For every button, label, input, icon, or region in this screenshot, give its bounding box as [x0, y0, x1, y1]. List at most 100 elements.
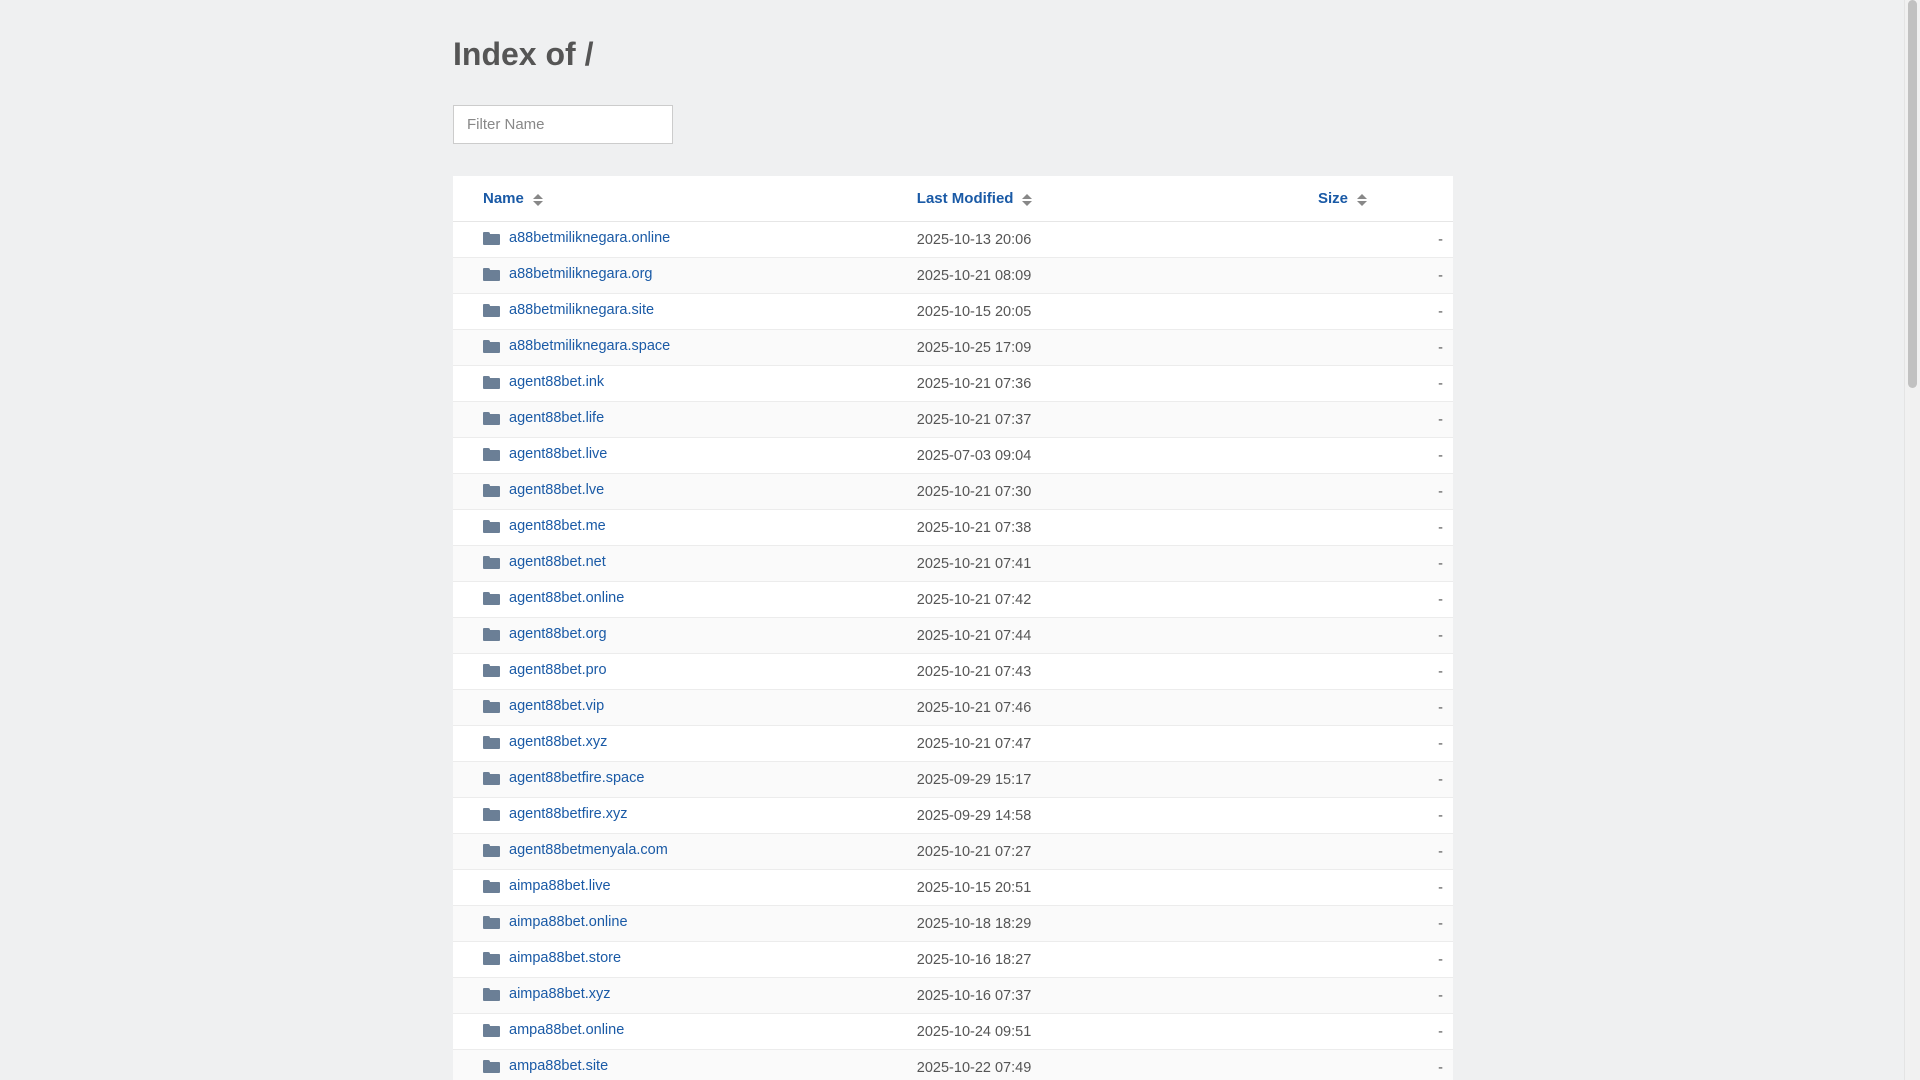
folder-name: a88betmiliknegara.online: [509, 230, 671, 247]
name-header-label: Name: [483, 190, 524, 207]
folder-link[interactable]: ampa88bet.site: [483, 1058, 608, 1074]
table-row: a88betmiliknegara.org 2025-10-21 08:09-: [453, 257, 1453, 294]
table-body: a88betmiliknegara.online 2025-10-13 20:06…: [453, 221, 1453, 1080]
name-cell: agent88betfire.space: [453, 761, 917, 798]
folder-link[interactable]: aimpa88bet.online: [483, 914, 628, 930]
folder-link[interactable]: agent88bet.me: [483, 518, 606, 534]
name-cell: agent88bet.xyz: [453, 725, 917, 762]
sort-icon: [1022, 193, 1033, 207]
table-row: ampa88bet.site 2025-10-22 07:49-: [453, 1049, 1453, 1080]
name-cell: ampa88bet.site: [453, 1049, 917, 1080]
size-cell: -: [1317, 257, 1453, 294]
folder-name: aimpa88bet.xyz: [509, 986, 611, 1003]
folder-icon: [483, 879, 500, 893]
folder-name: a88betmiliknegara.site: [509, 302, 655, 319]
name-cell: a88betmiliknegara.org: [453, 257, 917, 294]
folder-icon: [483, 447, 500, 461]
size-cell: -: [1317, 905, 1453, 942]
folder-icon: [483, 915, 500, 929]
filter-name-input[interactable]: [453, 105, 673, 144]
folder-name: aimpa88bet.store: [509, 950, 622, 967]
last-modified-cell: 2025-10-16 18:27: [916, 941, 1318, 978]
last-modified-cell: 2025-10-21 07:46: [916, 689, 1318, 726]
folder-icon: [483, 771, 500, 785]
name-cell: agent88bet.me: [453, 509, 917, 546]
folder-link[interactable]: aimpa88bet.xyz: [483, 986, 611, 1002]
table-row: agent88bet.pro 2025-10-21 07:43-: [453, 653, 1453, 690]
table-row: agent88bet.lve 2025-10-21 07:30-: [453, 473, 1453, 510]
folder-link[interactable]: agent88betmenyala.com: [483, 842, 668, 858]
scrollbar-thumb[interactable]: [1908, 0, 1917, 388]
name-cell: a88betmiliknegara.site: [453, 293, 917, 330]
folder-link[interactable]: a88betmiliknegara.online: [483, 230, 670, 246]
folder-name: a88betmiliknegara.org: [509, 266, 653, 283]
folder-link[interactable]: a88betmiliknegara.org: [483, 266, 652, 282]
table-row: agent88bet.me 2025-10-21 07:38-: [453, 509, 1453, 546]
folder-link[interactable]: agent88bet.pro: [483, 662, 607, 678]
folder-icon: [483, 267, 500, 281]
table-row: agent88bet.xyz 2025-10-21 07:47-: [453, 725, 1453, 762]
name-cell: agent88bet.org: [453, 617, 917, 654]
size-cell: -: [1317, 761, 1453, 798]
folder-name: agent88bet.pro: [509, 662, 607, 679]
folder-name: aimpa88bet.online: [509, 914, 628, 931]
size-cell: -: [1317, 653, 1453, 690]
last-modified-cell: 2025-10-21 07:27: [916, 833, 1318, 870]
last-modified-cell: 2025-10-22 07:49: [916, 1049, 1318, 1080]
size-cell: -: [1317, 797, 1453, 834]
folder-link[interactable]: agent88bet.vip: [483, 698, 604, 714]
folder-link[interactable]: agent88bet.org: [483, 626, 607, 642]
name-cell: aimpa88bet.online: [453, 905, 917, 942]
sort-by-last-modified-link[interactable]: Last Modified: [917, 190, 1033, 207]
folder-name: ampa88bet.site: [509, 1058, 609, 1075]
sort-by-size-link[interactable]: Size: [1318, 190, 1367, 207]
size-cell: -: [1317, 1049, 1453, 1080]
size-cell: -: [1317, 581, 1453, 618]
folder-name: agent88betfire.space: [509, 770, 645, 787]
table-row: aimpa88bet.online 2025-10-18 18:29-: [453, 905, 1453, 942]
folder-name: a88betmiliknegara.space: [509, 338, 671, 355]
name-cell: agent88bet.online: [453, 581, 917, 618]
last-modified-header-label: Last Modified: [916, 190, 1014, 207]
folder-link[interactable]: a88betmiliknegara.space: [483, 338, 670, 354]
size-cell: -: [1317, 617, 1453, 654]
folder-link[interactable]: aimpa88bet.store: [483, 950, 621, 966]
size-cell: -: [1317, 221, 1453, 258]
page-title: Index of /: [453, 36, 594, 72]
file-listing-table: Name Last Modified Size a88betmiliknegar…: [453, 176, 1453, 1080]
folder-link[interactable]: agent88bet.live: [483, 446, 607, 462]
table-row: agent88betfire.xyz 2025-09-29 14:58-: [453, 797, 1453, 834]
sort-by-name-link[interactable]: Name: [483, 190, 543, 207]
size-cell: -: [1317, 545, 1453, 582]
table-row: a88betmiliknegara.online 2025-10-13 20:06…: [453, 221, 1453, 258]
folder-link[interactable]: agent88betfire.xyz: [483, 806, 628, 822]
folder-name: aimpa88bet.live: [509, 878, 611, 895]
folder-link[interactable]: agent88bet.lve: [483, 482, 604, 498]
vertical-scrollbar[interactable]: [1904, 0, 1920, 1080]
last-modified-cell: 2025-10-16 07:37: [916, 977, 1318, 1014]
table-row: a88betmiliknegara.space 2025-10-25 17:09-: [453, 329, 1453, 366]
folder-link[interactable]: agent88bet.xyz: [483, 734, 607, 750]
last-modified-cell: 2025-09-29 14:58: [916, 797, 1318, 834]
folder-link[interactable]: a88betmiliknegara.site: [483, 302, 654, 318]
folder-link[interactable]: aimpa88bet.live: [483, 878, 611, 894]
folder-icon: [483, 951, 500, 965]
folder-icon: [483, 303, 500, 317]
folder-link[interactable]: agent88bet.life: [483, 410, 604, 426]
table-row: ampa88bet.online 2025-10-24 09:51-: [453, 1013, 1453, 1050]
table-row: aimpa88bet.store 2025-10-16 18:27-: [453, 941, 1453, 978]
folder-name: agent88betmenyala.com: [509, 842, 668, 859]
sort-icon: [532, 193, 543, 207]
folder-link[interactable]: agent88bet.net: [483, 554, 606, 570]
folder-link[interactable]: agent88bet.ink: [483, 374, 604, 390]
folder-icon: [483, 1023, 500, 1037]
table-row: aimpa88bet.xyz 2025-10-16 07:37-: [453, 977, 1453, 1014]
last-modified-cell: 2025-10-21 07:38: [916, 509, 1318, 546]
folder-icon: [483, 843, 500, 857]
size-cell: -: [1317, 833, 1453, 870]
folder-link[interactable]: agent88bet.online: [483, 590, 624, 606]
last-modified-cell: 2025-10-21 07:36: [916, 365, 1318, 402]
folder-name: agent88bet.vip: [509, 698, 605, 715]
folder-link[interactable]: agent88betfire.space: [483, 770, 644, 786]
folder-link[interactable]: ampa88bet.online: [483, 1022, 624, 1038]
